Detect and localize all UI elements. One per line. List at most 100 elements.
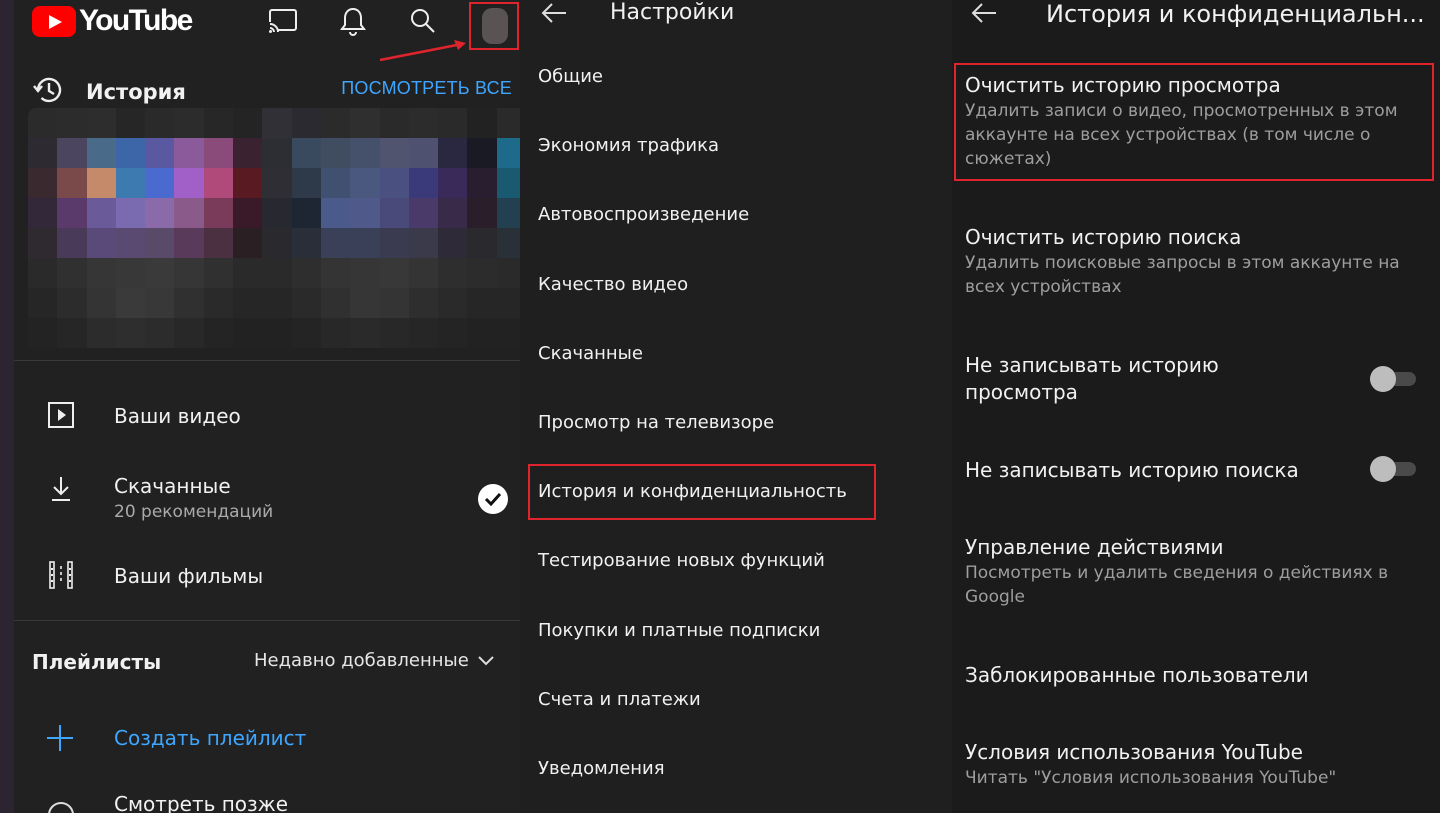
thumbnail-pixel bbox=[496, 318, 520, 348]
thumbnail-pixel bbox=[233, 318, 263, 348]
thumbnail-pixel bbox=[28, 228, 58, 258]
red-arrow-annotation bbox=[379, 40, 466, 62]
youtube-logo-text: YouTube bbox=[79, 4, 193, 37]
thumbnail-pixel bbox=[291, 198, 321, 228]
history-privacy-title: История и конфиденциальн... bbox=[1046, 0, 1425, 28]
option-blocked-users[interactable]: Заблокированные пользователи bbox=[965, 662, 1425, 689]
thumbnail-pixel bbox=[320, 108, 351, 138]
settings-item[interactable]: Счета и платежи bbox=[538, 689, 701, 710]
thumbnail-pixel bbox=[28, 198, 58, 228]
back-arrow-icon[interactable] bbox=[970, 2, 998, 28]
divider bbox=[14, 620, 520, 621]
pause-watch-history-toggle[interactable] bbox=[1370, 366, 1416, 392]
play-square-icon bbox=[46, 400, 76, 430]
thumbnail-pixel bbox=[57, 198, 87, 228]
thumbnail-pixel bbox=[350, 228, 380, 258]
thumbnail-pixel bbox=[145, 198, 175, 228]
thumbnail-pixel bbox=[145, 138, 175, 168]
option-terms-of-service[interactable]: Условия использования YouTube Читать "Ус… bbox=[965, 739, 1425, 790]
thumbnail-pixel bbox=[115, 258, 146, 288]
avatar-highlight[interactable] bbox=[469, 2, 519, 50]
thumbnail-pixel bbox=[408, 258, 439, 288]
thumbnail-pixel bbox=[379, 318, 409, 348]
thumbnail-pixel bbox=[291, 138, 321, 168]
option-manage-activity[interactable]: Управление действиями Посмотреть и удали… bbox=[965, 534, 1425, 609]
settings-item[interactable]: Скачанные bbox=[538, 343, 643, 364]
thumbnail-pixel bbox=[291, 288, 321, 318]
thumbnail-pixel bbox=[233, 288, 263, 318]
thumbnail-pixel bbox=[496, 108, 520, 138]
history-thumbnails-blurred[interactable] bbox=[28, 108, 520, 348]
thumbnail-pixel bbox=[350, 318, 380, 348]
thumbnail-pixel bbox=[203, 198, 234, 228]
thumbnail-pixel bbox=[467, 198, 497, 228]
thumbnail-pixel bbox=[379, 108, 409, 138]
thumbnail-pixel bbox=[379, 228, 409, 258]
option-clear-search-history[interactable]: Очистить историю поиска Удалить поисковы… bbox=[965, 224, 1425, 299]
chevron-down-icon bbox=[478, 655, 494, 665]
thumbnail-pixel bbox=[115, 108, 146, 138]
checkmark-badge-icon bbox=[478, 484, 508, 514]
create-playlist-button[interactable]: Создать плейлист bbox=[114, 726, 306, 750]
thumbnail-pixel bbox=[408, 228, 439, 258]
menu-item-your-movies[interactable]: Ваши фильмы bbox=[14, 546, 520, 606]
settings-item[interactable]: Качество видео bbox=[538, 274, 688, 295]
thumbnail-pixel bbox=[203, 168, 234, 198]
playlists-sort-dropdown[interactable]: Недавно добавленные bbox=[254, 650, 495, 671]
settings-item[interactable]: Просмотр на телевизоре bbox=[538, 412, 774, 433]
option-pause-watch-history[interactable]: Не записывать историю просмотра bbox=[965, 352, 1285, 406]
playlists-sort-label: Недавно добавленные bbox=[254, 650, 469, 671]
thumbnail-pixel bbox=[408, 198, 439, 228]
thumbnail-pixel bbox=[438, 108, 468, 138]
thumbnail-pixel bbox=[203, 228, 234, 258]
plus-icon[interactable] bbox=[44, 722, 76, 758]
watch-later-item[interactable]: Смотреть позже bbox=[114, 792, 288, 813]
option-title: Заблокированные пользователи bbox=[965, 663, 1309, 687]
avatar[interactable] bbox=[482, 8, 508, 44]
option-pause-search-history[interactable]: Не записывать историю поиска bbox=[965, 457, 1345, 484]
thumbnail-pixel bbox=[233, 108, 263, 138]
settings-item[interactable]: Покупки и платные подписки bbox=[538, 620, 820, 641]
search-icon[interactable] bbox=[406, 4, 440, 38]
thumbnail-pixel bbox=[28, 168, 58, 198]
thumbnail-pixel bbox=[115, 168, 146, 198]
view-all-history-link[interactable]: ПОСМОТРЕТЬ ВСЕ bbox=[341, 78, 512, 99]
thumbnail-pixel bbox=[467, 318, 497, 348]
settings-item[interactable]: Экономия трафика bbox=[538, 135, 719, 156]
toggle-knob bbox=[1370, 366, 1396, 392]
download-icon bbox=[46, 474, 76, 504]
back-arrow-icon[interactable] bbox=[540, 2, 568, 28]
thumbnail-pixel bbox=[291, 228, 321, 258]
thumbnail-pixel bbox=[320, 318, 351, 348]
thumbnail-pixel bbox=[438, 228, 468, 258]
thumbnail-pixel bbox=[408, 108, 439, 138]
option-description: Посмотреть и удалить сведения о действия… bbox=[965, 563, 1389, 607]
cast-icon[interactable] bbox=[266, 4, 300, 38]
thumbnail-pixel bbox=[467, 228, 497, 258]
divider bbox=[14, 360, 520, 361]
thumbnail-pixel bbox=[28, 258, 58, 288]
thumbnail-pixel bbox=[86, 108, 116, 138]
thumbnail-pixel bbox=[203, 138, 234, 168]
settings-item[interactable]: Автовоспроизведение bbox=[538, 204, 749, 225]
bell-icon[interactable] bbox=[336, 4, 370, 38]
film-strip-icon bbox=[46, 560, 76, 590]
thumbnail-pixel bbox=[262, 138, 292, 168]
thumbnail-pixel bbox=[203, 288, 234, 318]
thumbnail-pixel bbox=[115, 198, 146, 228]
thumbnail-pixel bbox=[174, 288, 204, 318]
thumbnail-pixel bbox=[320, 168, 351, 198]
thumbnail-pixel bbox=[86, 168, 116, 198]
youtube-logo[interactable]: YouTube bbox=[32, 4, 193, 38]
menu-item-downloads[interactable]: Скачанные 20 рекомендаций bbox=[14, 458, 520, 522]
settings-item[interactable]: Общие bbox=[538, 66, 603, 87]
pause-search-history-toggle[interactable] bbox=[1370, 456, 1416, 482]
thumbnail-pixel bbox=[115, 228, 146, 258]
thumbnail-pixel bbox=[115, 318, 146, 348]
thumbnail-pixel bbox=[174, 168, 204, 198]
settings-item[interactable]: Уведомления bbox=[538, 758, 665, 779]
thumbnail-pixel bbox=[57, 168, 87, 198]
menu-item-your-videos[interactable]: Ваши видео bbox=[14, 388, 520, 448]
settings-item[interactable]: Тестирование новых функций bbox=[538, 550, 825, 571]
thumbnail-pixel bbox=[145, 108, 175, 138]
